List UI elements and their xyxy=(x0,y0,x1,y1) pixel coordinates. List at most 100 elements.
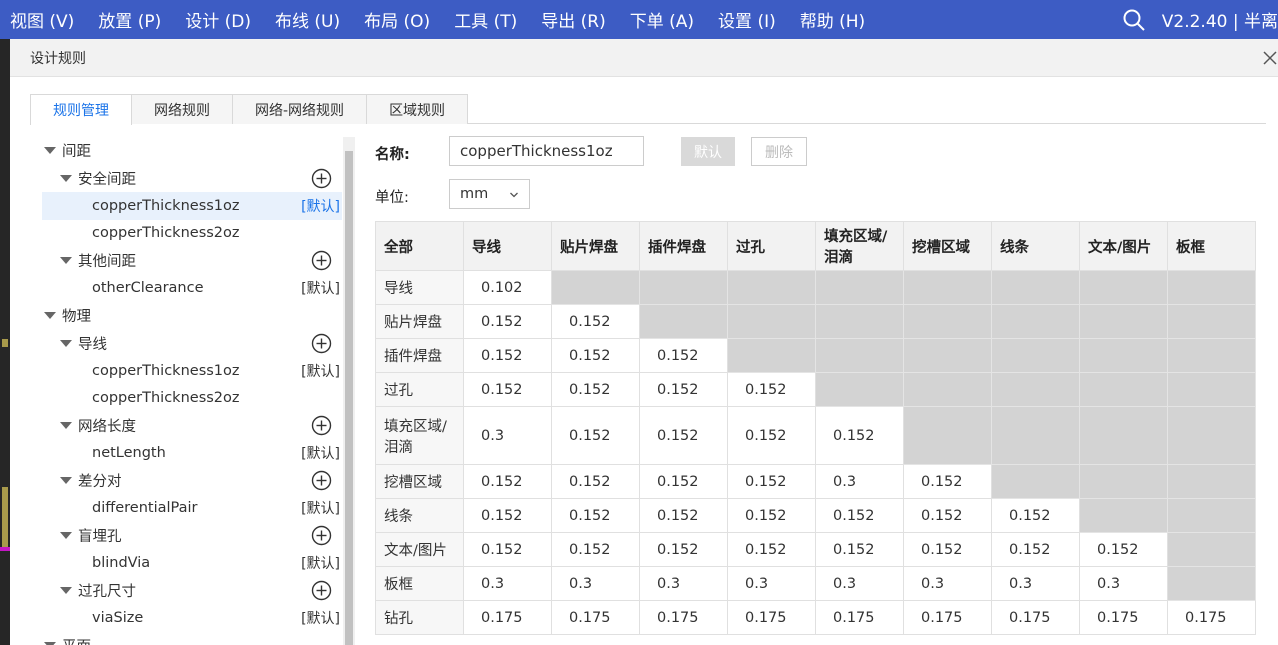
add-circle-icon[interactable] xyxy=(311,415,332,436)
tree-item[interactable]: 差分对 xyxy=(42,467,342,495)
matrix-cell[interactable]: 0.152 xyxy=(639,372,728,407)
tree-item[interactable]: 其他间距 xyxy=(42,247,342,275)
caret-down-icon[interactable] xyxy=(60,339,72,347)
matrix-cell[interactable]: 0.152 xyxy=(903,498,992,533)
close-icon[interactable] xyxy=(1262,50,1278,66)
menu-item[interactable]: 视图 (V) xyxy=(0,7,86,32)
tab[interactable]: 区域规则 xyxy=(366,94,469,124)
matrix-cell[interactable]: 0.152 xyxy=(991,498,1080,533)
menu-item[interactable]: 放置 (P) xyxy=(86,7,173,32)
tree-item[interactable]: 过孔尺寸 xyxy=(42,577,342,605)
add-circle-icon[interactable] xyxy=(311,525,332,546)
caret-down-icon[interactable] xyxy=(60,422,72,430)
caret-down-icon[interactable] xyxy=(60,477,72,485)
matrix-cell[interactable]: 0.3 xyxy=(1079,566,1168,601)
tree-item[interactable]: 导线 xyxy=(42,330,342,358)
tree-item[interactable]: 间距 xyxy=(42,137,342,165)
tree-item[interactable]: blindVia [默认] xyxy=(42,550,342,578)
matrix-cell[interactable]: 0.152 xyxy=(727,532,816,567)
menu-item[interactable]: 布线 (U) xyxy=(263,7,352,32)
rule-name-input[interactable]: copperThickness1oz xyxy=(449,136,644,166)
add-circle-icon[interactable] xyxy=(311,333,332,354)
menu-item[interactable]: 帮助 (H) xyxy=(788,7,877,32)
matrix-cell[interactable]: 0.3 xyxy=(903,566,992,601)
matrix-cell[interactable]: 0.152 xyxy=(463,498,552,533)
matrix-cell[interactable]: 0.152 xyxy=(639,464,728,499)
caret-down-icon[interactable] xyxy=(44,312,56,320)
matrix-cell[interactable]: 0.152 xyxy=(551,406,640,465)
matrix-cell[interactable]: 0.175 xyxy=(463,600,552,635)
matrix-cell[interactable]: 0.152 xyxy=(903,532,992,567)
tree-item[interactable]: differentialPair [默认] xyxy=(42,495,342,523)
tree-item[interactable]: 物理 xyxy=(42,302,342,330)
caret-down-icon[interactable] xyxy=(60,587,72,595)
scroll-thumb[interactable] xyxy=(345,151,353,645)
matrix-cell[interactable]: 0.152 xyxy=(551,498,640,533)
add-circle-icon[interactable] xyxy=(311,470,332,491)
matrix-cell[interactable]: 0.152 xyxy=(551,464,640,499)
tree-scrollbar[interactable] xyxy=(343,137,355,645)
matrix-cell[interactable]: 0.175 xyxy=(903,600,992,635)
caret-down-icon[interactable] xyxy=(44,147,56,155)
caret-down-icon[interactable] xyxy=(60,174,72,182)
matrix-cell[interactable]: 0.175 xyxy=(551,600,640,635)
matrix-cell[interactable]: 0.152 xyxy=(727,372,816,407)
tree-item[interactable]: netLength [默认] xyxy=(42,440,342,468)
tree-item[interactable]: 平面 xyxy=(42,632,342,645)
matrix-cell[interactable]: 0.175 xyxy=(991,600,1080,635)
menu-item[interactable]: 下单 (A) xyxy=(618,7,706,32)
tree-item[interactable]: copperThickness1oz [默认] xyxy=(42,192,342,220)
matrix-cell[interactable]: 0.3 xyxy=(991,566,1080,601)
tree-item[interactable]: copperThickness2oz xyxy=(42,220,342,248)
add-circle-icon[interactable] xyxy=(311,250,332,271)
tree-item[interactable]: 网络长度 xyxy=(42,412,342,440)
menu-item[interactable]: 设置 (I) xyxy=(706,7,788,32)
matrix-cell[interactable]: 0.152 xyxy=(551,338,640,373)
matrix-cell[interactable]: 0.152 xyxy=(551,304,640,339)
matrix-cell[interactable]: 0.3 xyxy=(463,406,552,465)
matrix-cell[interactable]: 0.3 xyxy=(639,566,728,601)
matrix-cell[interactable]: 0.3 xyxy=(551,566,640,601)
matrix-cell[interactable]: 0.3 xyxy=(463,566,552,601)
matrix-cell[interactable]: 0.152 xyxy=(727,406,816,465)
unit-select[interactable]: mm xyxy=(449,179,530,209)
add-circle-icon[interactable] xyxy=(311,168,332,189)
matrix-cell[interactable]: 0.152 xyxy=(727,464,816,499)
tree-item[interactable]: viaSize [默认] xyxy=(42,605,342,633)
matrix-cell[interactable]: 0.152 xyxy=(463,532,552,567)
matrix-cell[interactable]: 0.175 xyxy=(1167,600,1256,635)
caret-down-icon[interactable] xyxy=(60,257,72,265)
matrix-cell[interactable]: 0.3 xyxy=(815,464,904,499)
matrix-cell[interactable]: 0.152 xyxy=(815,498,904,533)
add-circle-icon[interactable] xyxy=(311,580,332,601)
search-icon[interactable] xyxy=(1122,8,1146,32)
tab[interactable]: 规则管理 xyxy=(30,94,132,125)
matrix-cell[interactable]: 0.152 xyxy=(551,372,640,407)
menu-item[interactable]: 工具 (T) xyxy=(442,7,529,32)
tab[interactable]: 网络-网络规则 xyxy=(232,94,368,124)
matrix-cell[interactable]: 0.152 xyxy=(463,338,552,373)
matrix-cell[interactable]: 0.152 xyxy=(815,532,904,567)
menu-item[interactable]: 布局 (O) xyxy=(352,7,442,32)
matrix-cell[interactable]: 0.152 xyxy=(639,532,728,567)
matrix-cell[interactable]: 0.3 xyxy=(727,566,816,601)
tree-item[interactable]: 盲埋孔 xyxy=(42,522,342,550)
matrix-cell[interactable]: 0.102 xyxy=(463,270,552,305)
matrix-cell[interactable]: 0.175 xyxy=(1079,600,1168,635)
matrix-cell[interactable]: 0.3 xyxy=(815,566,904,601)
caret-down-icon[interactable] xyxy=(60,532,72,540)
matrix-cell[interactable]: 0.175 xyxy=(639,600,728,635)
tree-item[interactable]: copperThickness2oz xyxy=(42,385,342,413)
matrix-cell[interactable]: 0.152 xyxy=(463,304,552,339)
matrix-cell[interactable]: 0.152 xyxy=(551,532,640,567)
tab[interactable]: 网络规则 xyxy=(131,94,233,124)
matrix-cell[interactable]: 0.152 xyxy=(903,464,992,499)
matrix-cell[interactable]: 0.152 xyxy=(639,406,728,465)
matrix-cell[interactable]: 0.152 xyxy=(463,372,552,407)
menu-item[interactable]: 导出 (R) xyxy=(529,7,617,32)
matrix-cell[interactable]: 0.152 xyxy=(815,406,904,465)
matrix-cell[interactable]: 0.152 xyxy=(991,532,1080,567)
tree-item[interactable]: 安全间距 xyxy=(42,165,342,193)
default-button[interactable]: 默认 xyxy=(681,137,735,166)
delete-button[interactable]: 删除 xyxy=(751,137,807,166)
